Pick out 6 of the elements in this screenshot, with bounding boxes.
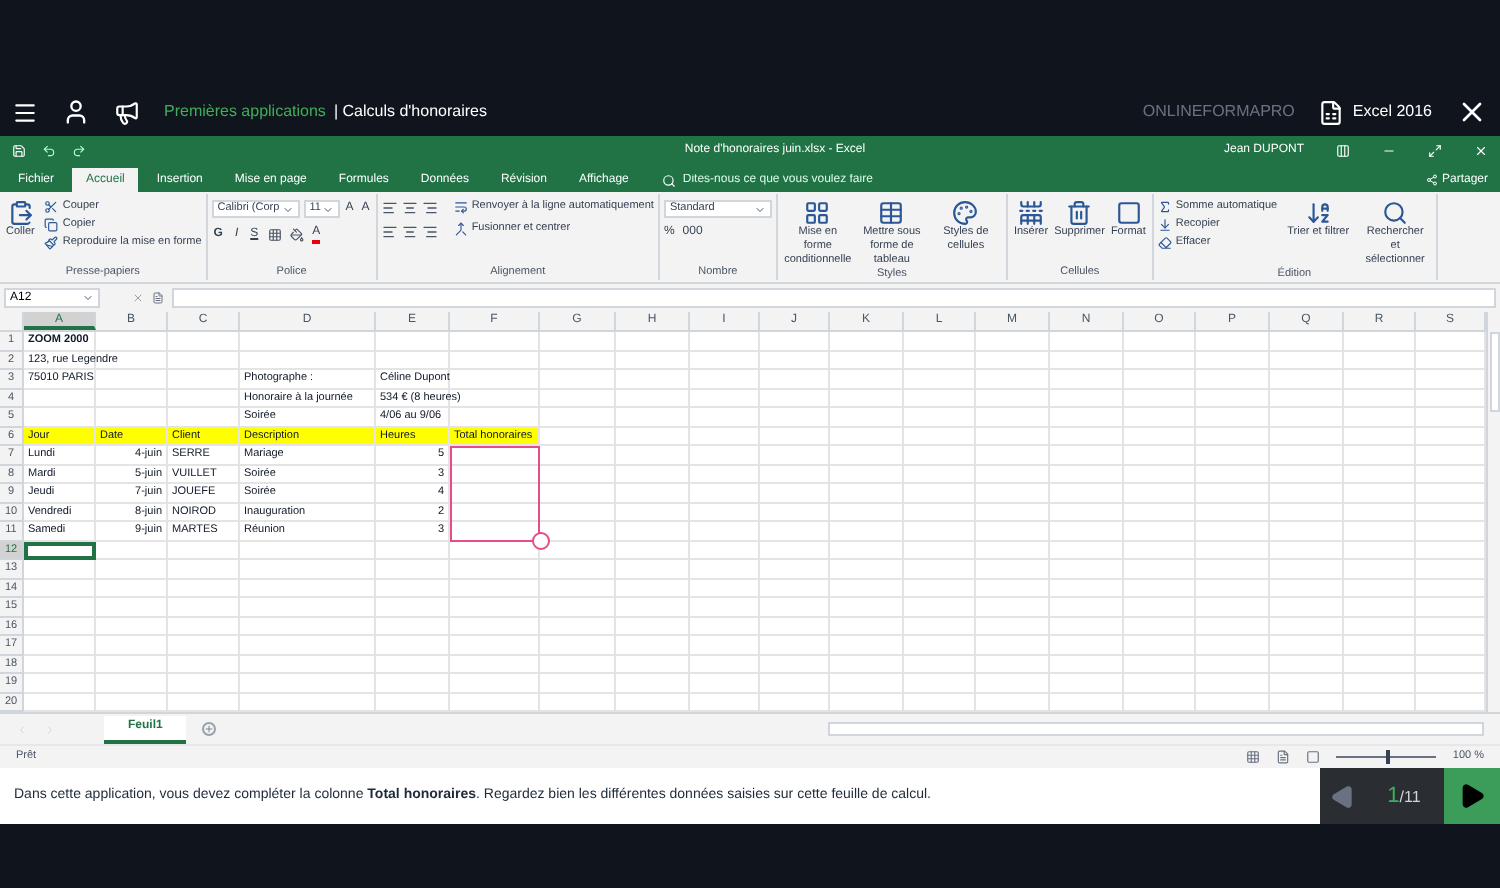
lesson-title: | Calculs d'honoraires	[333, 100, 487, 124]
product-name: Excel 2016	[1352, 100, 1432, 124]
page-total: /11	[1399, 785, 1421, 810]
page-current: 1	[1387, 781, 1400, 812]
course-title: Premières applications	[164, 100, 326, 124]
brand-name: ONLINEFORMAPRO	[1142, 100, 1295, 124]
